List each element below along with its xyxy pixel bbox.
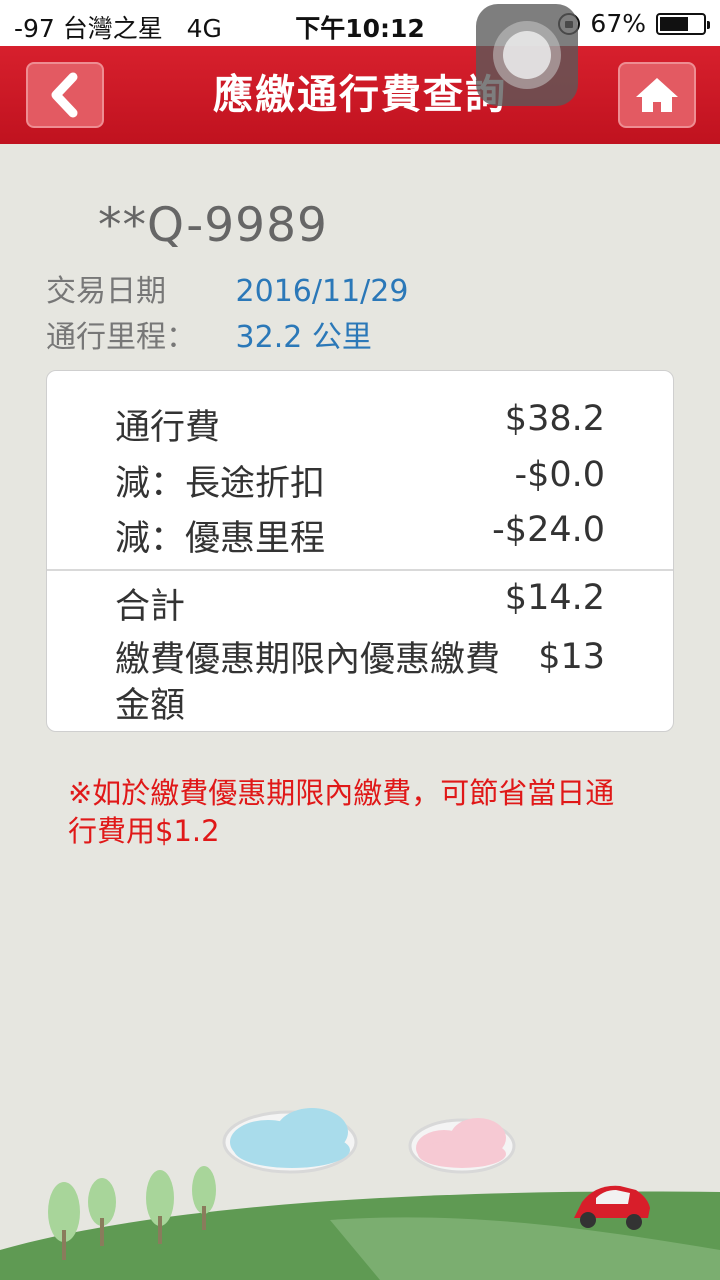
battery-fill	[660, 16, 689, 31]
long-discount-label: 減：長途折扣	[115, 464, 326, 504]
home-icon	[636, 78, 678, 112]
license-plate: **Q-9989	[98, 198, 328, 253]
promo-label: 繳費優惠期限內優惠繳費金額	[115, 640, 501, 726]
status-right: 67%	[558, 9, 710, 38]
pink-cloud	[408, 1118, 516, 1174]
scenery-illustration	[0, 1108, 720, 1280]
mileage-row: 通行里程： 32.2 公里	[46, 312, 372, 356]
assistive-touch-core	[503, 31, 551, 79]
long-discount-amount: -$0.0	[514, 455, 605, 495]
date-label: 交易日期	[46, 274, 166, 309]
total-row: 合計 $14.2	[115, 578, 605, 629]
promo-row: 繳費優惠期限內優惠繳費金額 $13	[115, 637, 605, 729]
app-header: 應繳通行費查詢	[0, 46, 720, 144]
long-discount-row: 減：長途折扣 -$0.0	[115, 455, 605, 506]
mileage-value: 32.2 公里	[235, 320, 372, 355]
blue-cloud	[222, 1108, 358, 1174]
page-title: 應繳通行費查詢	[213, 72, 507, 118]
promo-amount: $13	[538, 637, 605, 677]
status-bar: -97 台灣之星 4G 下午10:12 67%	[0, 0, 720, 46]
card-divider	[47, 569, 673, 571]
battery-percent: 67%	[590, 9, 646, 38]
toll-amount: $38.2	[504, 399, 605, 439]
back-button[interactable]	[26, 62, 104, 128]
toll-row: 通行費 $38.2	[115, 399, 605, 450]
fee-card: 通行費 $38.2 減：長途折扣 -$0.0 減：優惠里程 -$24.0 合計 …	[46, 370, 674, 732]
total-label: 合計	[115, 587, 186, 627]
back-icon	[51, 72, 78, 118]
toll-label: 通行費	[115, 408, 221, 448]
free-mileage-amount: -$24.0	[492, 510, 605, 550]
free-mileage-label: 減：優惠里程	[115, 519, 326, 559]
assistive-touch-button[interactable]	[476, 4, 578, 106]
battery-icon	[656, 12, 710, 35]
mileage-label: 通行里程：	[46, 320, 196, 355]
free-mileage-row: 減：優惠里程 -$24.0	[115, 510, 605, 561]
date-value: 2016/11/29	[235, 274, 409, 309]
total-amount: $14.2	[504, 578, 605, 618]
home-button[interactable]	[618, 62, 696, 128]
transaction-date-row: 交易日期 2016/11/29	[46, 266, 408, 310]
savings-note: ※如於繳費優惠期限內繳費，可節省當日通行費用$1.2	[68, 776, 615, 848]
